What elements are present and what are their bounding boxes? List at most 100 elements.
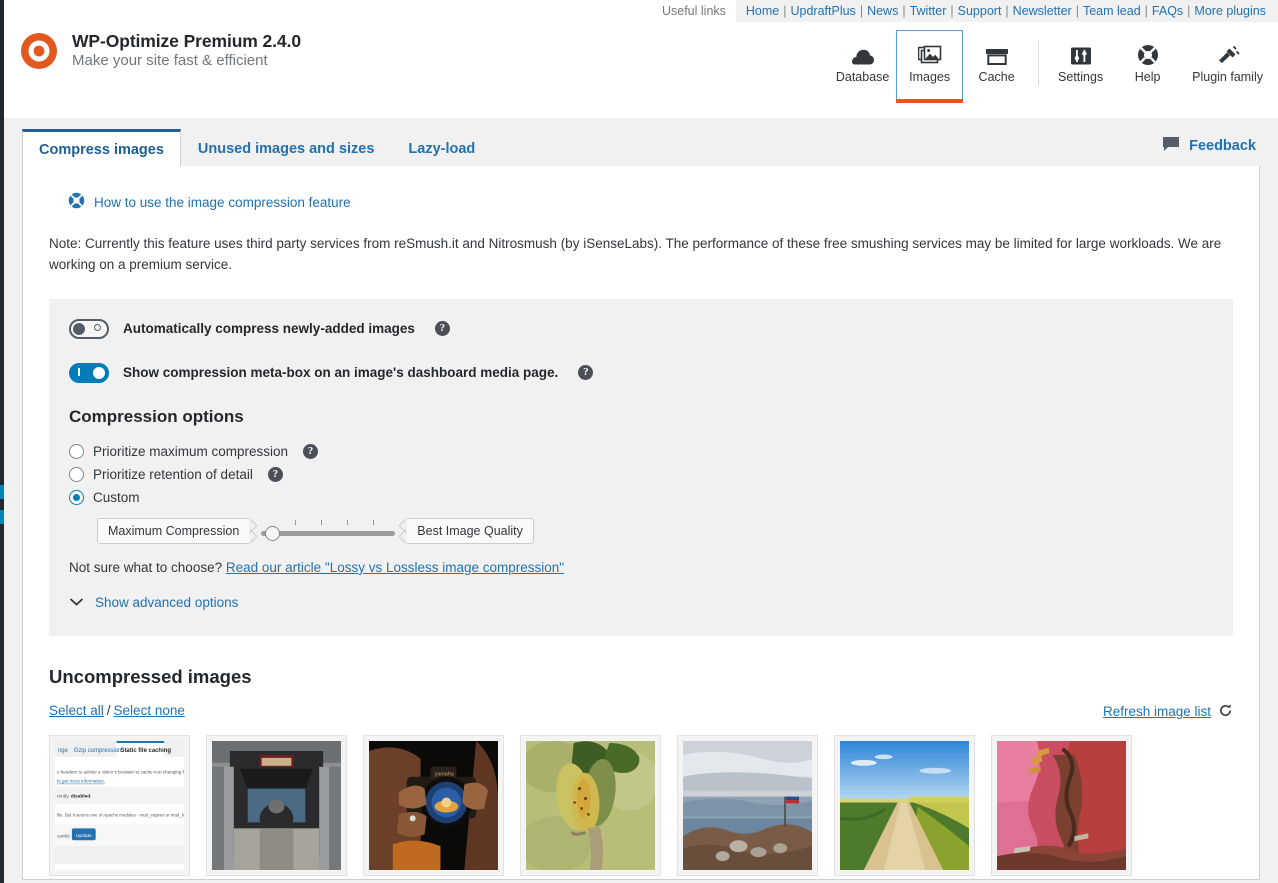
radio-prioritize-retention-of-detail[interactable] [69,466,84,482]
how-to-row: How to use the image compression feature [68,192,1233,212]
auto-compress-toggle[interactable] [69,318,109,339]
cloud-icon [851,40,875,66]
nav-item-images[interactable]: Images [896,30,964,103]
thumbnail-dark-archway-corridor[interactable] [206,734,347,876]
refresh-image-list-link[interactable]: Refresh image list [1103,704,1211,719]
feedback-button[interactable]: Feedback [1162,136,1256,156]
auto-compress-row: Automatically compress newly-added image… [69,318,1213,339]
svg-text:file. But it seems one of Apac: file. But it seems one of Apache modules… [57,812,184,817]
nav-label-cache: Cache [978,70,1015,84]
tab-bar: Compress images Unused images and sizes … [4,118,1278,167]
show-advanced-options-row[interactable]: Show advanced options [69,595,1213,610]
thumbnail-pink-peeling-paint-wall[interactable] [991,734,1132,876]
radio-custom[interactable] [69,489,84,505]
link-news[interactable]: News [867,4,898,18]
radio-row-custom[interactable]: Custom [69,487,1213,508]
thumbnail-dirt-path-through-fields[interactable] [834,734,975,876]
useful-links-bar: Useful links Home | UpdraftPlus | News | Tw… [662,0,1278,22]
slider-left-notch [249,519,259,543]
lossy-vs-lossless-link[interactable]: Read our article "Lossy vs Lossless imag… [226,560,564,575]
slider-right-label: Best Image Quality [407,517,534,544]
radio-label-retention-detail: Prioritize retention of detail [93,466,253,482]
show-metabox-label: Show compression meta-box on an image's … [123,365,559,381]
select-all-link[interactable]: Select all [49,703,104,718]
speech-bubble-icon [1162,136,1180,156]
how-to-link[interactable]: How to use the image compression feature [94,195,351,210]
nav-divider [1038,40,1040,86]
tab-lazy-load[interactable]: Lazy-load [391,129,492,167]
show-metabox-toggle[interactable] [69,362,109,383]
svg-text:to get more information.: to get more information. [57,779,105,784]
thumbnail-person-holding-camera[interactable]: yamaha [363,734,504,876]
thumbnail-image [212,740,341,870]
svg-text:disabled.: disabled. [71,793,92,799]
slider-track[interactable] [261,530,396,536]
link-support[interactable]: Support [958,4,1002,18]
link-separator: | [902,4,906,18]
nav-item-cache[interactable]: Cache [963,30,1030,102]
thumbnail-image [997,740,1126,870]
link-newsletter[interactable]: Newsletter [1013,4,1072,18]
thumbnail-rocky-coast-with-flag[interactable] [677,734,818,876]
brand-text: WP-Optimize Premium 2.4.0 Make your site… [72,31,301,71]
nav-item-settings[interactable]: Settings [1047,30,1114,102]
archive-box-icon [985,40,1009,66]
svg-text:Update: Update [76,833,92,839]
tab-unused-images-and-sizes[interactable]: Unused images and sizes [181,129,391,167]
nav-label-database: Database [835,70,890,84]
select-none-link[interactable]: Select none [114,703,185,718]
lifebuoy-icon [68,192,85,212]
useful-links-label: Useful links [661,4,726,18]
wp-optimize-logo-icon [18,30,60,72]
sliders-icon [1070,40,1092,66]
selection-row: Select all / Select none Refresh image lis… [49,703,1233,723]
refresh-circular-arrow-icon[interactable] [1218,703,1233,721]
radio-row-retention-detail[interactable]: Prioritize retention of detail ? [69,464,1213,485]
app-tagline: Make your site fast & efficient [72,52,268,70]
link-team-lead[interactable]: Team lead [1083,4,1141,18]
link-faqs[interactable]: FAQs [1152,4,1183,18]
feedback-label: Feedback [1189,138,1256,154]
slider-tick [373,519,375,525]
link-home[interactable]: Home [746,4,779,18]
tab-compress-images[interactable]: Compress images [22,129,181,167]
auto-compress-label: Automatically compress newly-added image… [123,321,415,337]
thumbnail-image [840,740,969,870]
toggle-off-mark [94,323,101,331]
slider-tick [347,519,349,525]
compression-slider-group: Maximum Compression Best Image Quality [97,517,1213,544]
nav-label-settings: Settings [1058,70,1104,84]
compression-slider[interactable] [261,518,396,544]
refresh-image-list-row[interactable]: Refresh image list [1103,703,1233,721]
link-separator: | [1187,4,1191,18]
link-twitter[interactable]: Twitter [910,4,947,18]
link-separator: | [1075,4,1079,18]
nav-item-plugin-family[interactable]: Plugin family [1181,30,1272,102]
thumbnail-screenshot-static-file-caching-settings[interactable]: nge Gzip compression Static file caching… [49,734,190,876]
link-separator: | [1144,4,1148,18]
compression-options-title: Compression options [69,406,244,426]
nav-item-database[interactable]: Database [829,30,896,102]
nav-item-help[interactable]: Help [1114,30,1181,102]
thumbnail-papayas-on-tree[interactable] [520,734,661,876]
radio-row-max-compression[interactable]: Prioritize maximum compression ? [69,441,1213,462]
useful-links-list: Home | UpdraftPlus | News | Twitter | Suppor… [735,0,1278,22]
slider-right-notch [397,519,407,543]
show-advanced-options-link[interactable]: Show advanced options [95,595,238,610]
app-title: WP-Optimize Premium 2.4.0 [72,31,301,52]
link-more-plugins[interactable]: More plugins [1194,4,1266,18]
svg-text:Gzip compression: Gzip compression [74,748,122,754]
question-mark-icon[interactable]: ? [267,466,283,482]
radio-prioritize-maximum-compression[interactable] [69,443,84,459]
brand: WP-Optimize Premium 2.4.0 Make your site… [18,30,301,72]
images-stack-icon [917,40,942,66]
question-mark-icon[interactable]: ? [434,321,450,337]
link-updraftplus[interactable]: UpdraftPlus [791,4,856,18]
feature-note: Note: Currently this feature uses third … [49,236,1222,272]
svg-text:e headers to advise a visitor': e headers to advise a visitor's browser … [57,770,184,775]
slider-handle[interactable] [265,525,281,541]
svg-text:nge: nge [58,748,69,754]
question-mark-icon[interactable]: ? [303,443,319,459]
question-mark-icon[interactable]: ? [578,365,594,381]
compress-images-panel: How to use the image compression feature… [22,166,1260,880]
